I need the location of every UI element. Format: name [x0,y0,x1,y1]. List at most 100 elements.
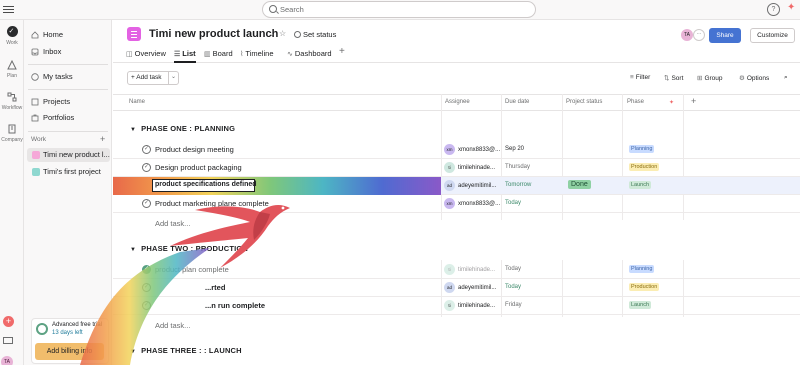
add-billing-button[interactable]: Add billing info [35,343,104,360]
sidebar-project-timi-first[interactable]: Timi's first project [27,165,110,179]
member-avatar[interactable]: TA [681,29,693,41]
assignee[interactable]: ti timilehinade... [444,264,495,275]
ai-sparkle-icon[interactable]: ✦ [787,2,795,13]
menu-icon[interactable] [3,4,14,14]
page-title[interactable]: Timi new product launch [149,28,278,40]
task-name[interactable]: Product design meeting [155,145,234,154]
rail-work[interactable]: Work [0,26,24,46]
tab-timeline[interactable]: ⌇ Timeline [240,49,274,58]
task-name[interactable]: ...n run complete [205,301,265,310]
group-button[interactable]: ⊞ Group [697,74,723,82]
due-date[interactable]: Tomorrow [505,182,531,188]
rail-company[interactable]: Company [0,124,24,143]
star-icon[interactable]: ☆ [279,29,286,38]
table-row[interactable]: Design product packaging titimilehinade.… [113,159,800,177]
phase-tag[interactable]: Production [629,283,660,291]
due-date[interactable]: Today [505,200,521,206]
inbox-icon [31,48,39,56]
due-date[interactable]: Friday [505,302,522,308]
task-name[interactable]: Design product packaging [155,163,242,172]
chevron-down-icon[interactable]: ⌄ [269,30,275,38]
add-tab-button[interactable]: + [339,46,345,57]
search-input[interactable]: Search [262,1,536,18]
phase-tag[interactable]: Production [629,163,660,171]
more-members-icon[interactable]: ··· [693,29,705,41]
create-button[interactable]: + [3,316,14,327]
set-status-button[interactable]: Set status [303,30,336,39]
caret-down-icon[interactable]: ▼ [130,127,136,133]
sort-button[interactable]: ⇅ Sort [664,74,683,82]
tab-board[interactable]: ▥ Board [204,49,233,58]
column-project-status[interactable]: Project status [566,99,602,105]
table-row[interactable]: Product design meeting xmxmonx8833@... S… [113,141,800,159]
home-icon [31,31,39,39]
sidebar-project-timi-new[interactable]: Timi new product l... [27,148,110,162]
add-task-link[interactable]: Add task... [155,321,190,330]
table-row[interactable]: ...rted adadeyemitimil... Today Producti… [113,279,800,297]
complete-checkbox[interactable] [142,283,151,292]
ai-sparkle-icon[interactable]: ✦ [669,99,674,106]
assignee[interactable]: ad adeyemitimil... [444,180,496,191]
assignee[interactable]: ti timilehinade... [444,162,495,173]
task-name[interactable]: ...rted [205,283,225,292]
complete-checkbox[interactable] [142,301,151,310]
section-header[interactable]: ▼ PHASE ONE : PLANNING [130,124,235,133]
mail-icon[interactable] [3,337,13,344]
options-button[interactable]: ⚙ Options [739,74,769,82]
add-project-button[interactable]: + [100,134,105,144]
trial-title: Advanced free trial [52,322,103,328]
add-column-button[interactable]: + [691,96,696,106]
sidebar-item-my-tasks[interactable]: My tasks [27,70,110,84]
section-header[interactable]: ▼ PHASE THREE : : LAUNCH [130,346,242,355]
sidebar-item-portfolios[interactable]: Portfolios [27,111,110,125]
dashboard-icon: ∿ [287,51,293,58]
tab-dashboard[interactable]: ∿ Dashboard [287,49,332,58]
phase-tag[interactable]: Launch [629,301,652,309]
table-row[interactable]: product specifications defined ad adeyemi… [113,177,800,195]
rail-label: Work [6,40,18,46]
sidebar-item-home[interactable]: Home [27,28,110,42]
assignee[interactable]: xm xmonx8833@... [444,198,500,209]
due-date[interactable]: Sep 20 [505,146,524,152]
table-row[interactable]: ...n run complete titimilehinade... Frid… [113,297,800,315]
add-task-button[interactable]: + Add task ⌄ [127,71,179,85]
column-assignee[interactable]: Assignee [445,99,470,105]
due-date[interactable]: Thursday [505,164,530,170]
phase-tag[interactable]: Planning [629,145,655,153]
filter-button[interactable]: ≡ Filter [630,74,650,81]
rail-workflow[interactable]: Workflow [0,92,24,111]
assignee[interactable]: xm xmonx8833@... [444,144,500,155]
due-date[interactable]: Today [505,266,521,272]
chevron-down-icon[interactable]: ⌄ [171,73,176,80]
project-status-tag[interactable]: Done [568,180,591,189]
customize-button[interactable]: Customize [750,28,795,43]
phase-tag[interactable]: Planning [629,265,655,273]
divider [28,64,108,65]
tab-list[interactable]: ☰ List [174,49,196,58]
sidebar-item-projects[interactable]: Projects [27,95,110,109]
user-avatar[interactable]: TA [1,356,13,365]
assignee[interactable]: ad adeyemitimil... [444,282,496,293]
phase-tag[interactable]: Launch [629,181,652,189]
due-date[interactable]: Today [505,284,521,290]
sidebar-item-inbox[interactable]: Inbox [27,45,110,59]
plan-icon [7,60,17,70]
column-due-date[interactable]: Due date [505,99,529,105]
rail-plan[interactable]: Plan [0,60,24,79]
column-name[interactable]: Name [129,99,145,105]
assignee-name: xmonx8833@... [458,147,501,154]
tab-overview[interactable]: ◫ Overview [126,49,166,58]
complete-checkbox[interactable] [142,163,151,172]
caret-down-icon[interactable]: ▼ [130,247,136,253]
section-title: PHASE ONE : PLANNING [141,124,236,133]
caret-down-icon[interactable]: ▼ [130,349,136,355]
share-button[interactable]: Share [709,28,741,43]
trial-progress-icon [36,323,48,335]
assignee[interactable]: ti timilehinade... [444,300,495,311]
help-button[interactable]: ? [767,3,780,16]
task-name-editor[interactable]: product specifications defined [152,179,257,192]
search-icon[interactable]: ⌕ [784,74,788,82]
overview-icon: ◫ [126,51,133,58]
complete-checkbox[interactable] [142,145,151,154]
column-phase[interactable]: Phase [627,99,644,105]
